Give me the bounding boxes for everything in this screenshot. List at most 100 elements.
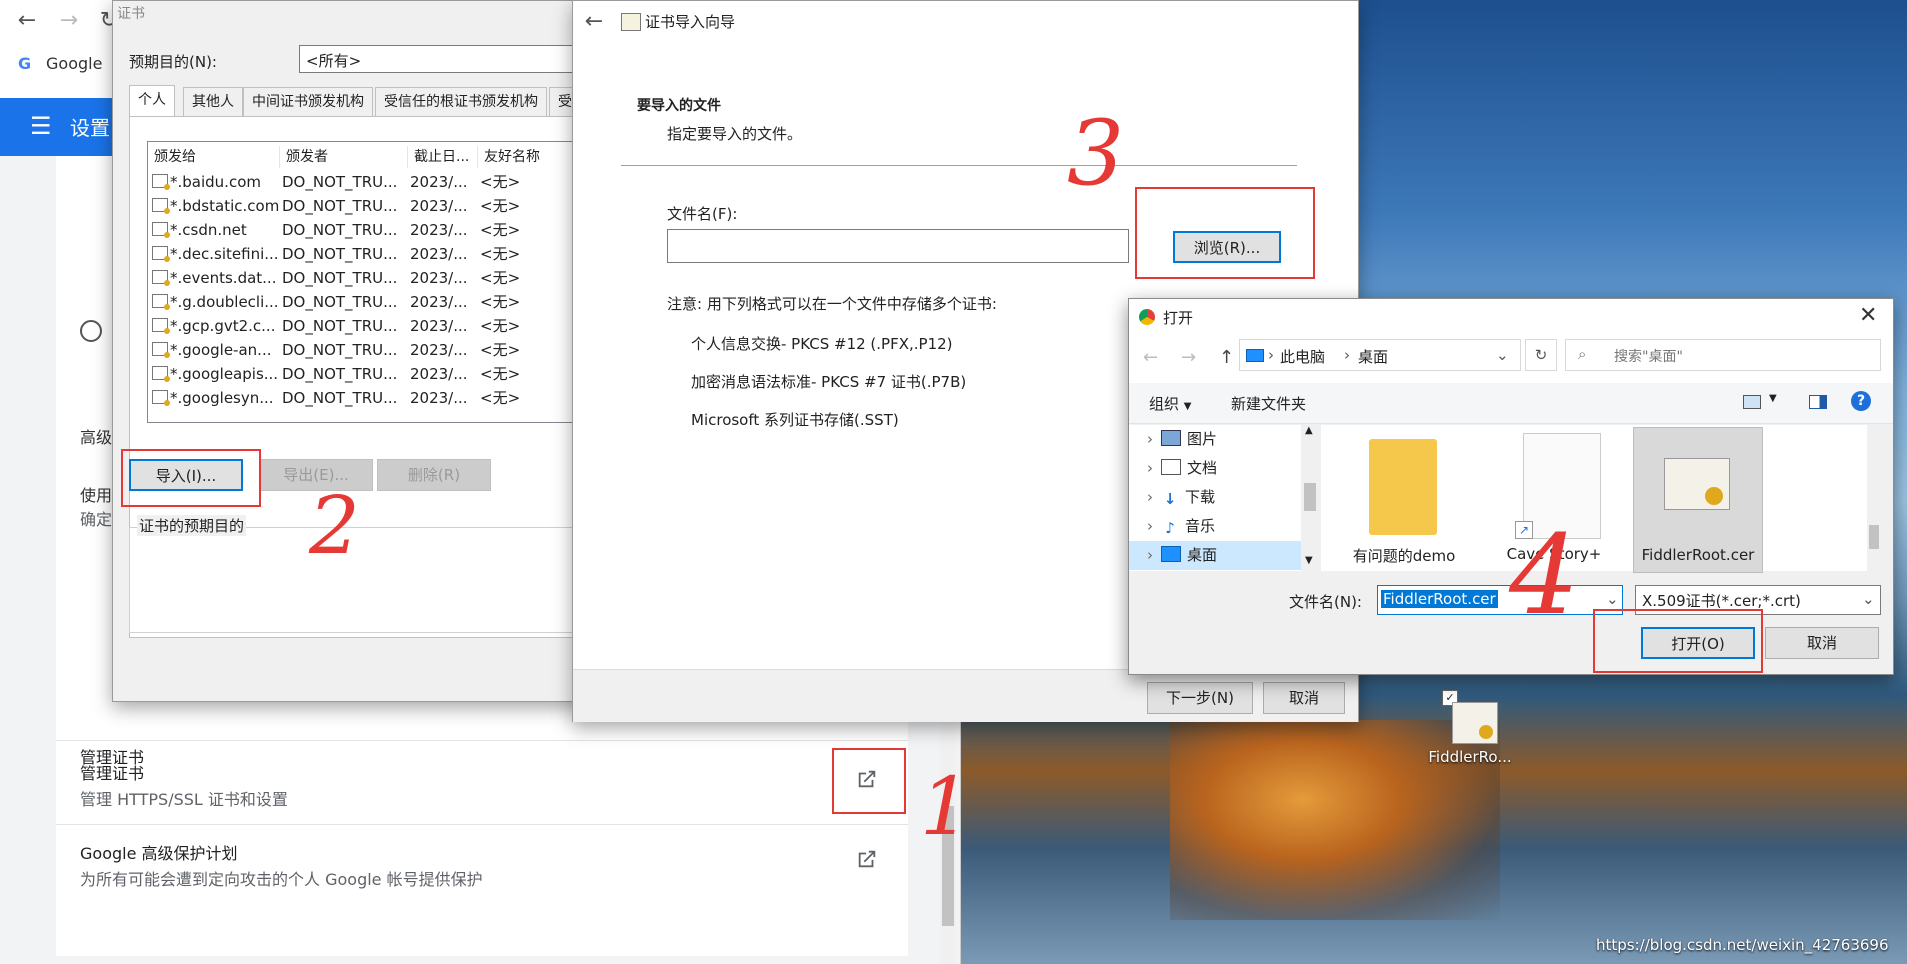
- watermark-text: https://blog.csdn.net/weixin_42763696: [1596, 936, 1889, 954]
- documents-icon: [1161, 459, 1181, 475]
- back-arrow-icon[interactable]: ←: [581, 9, 607, 35]
- table-row[interactable]: *.gcp.gvt2.c... DO_NOT_TRU... 2023/... <无>: [148, 314, 584, 338]
- back-arrow-icon[interactable]: ←: [14, 8, 40, 34]
- wizard-cancel-button[interactable]: 取消: [1263, 682, 1345, 714]
- scrollbar-thumb[interactable]: [1304, 483, 1316, 511]
- tree-item-label: 图片: [1187, 430, 1218, 448]
- table-row[interactable]: *.events.dat... DO_NOT_TRU... 2023/... <无>: [148, 266, 584, 290]
- next-button[interactable]: 下一步(N): [1147, 682, 1253, 714]
- view-options-icon[interactable]: [1743, 395, 1761, 409]
- tab-trusted-root-ca[interactable]: 受信任的根证书颁发机构: [375, 87, 547, 116]
- header-divider: [621, 165, 1297, 166]
- chevron-down-icon[interactable]: ⌄: [1606, 590, 1619, 608]
- certificate-icon: [152, 198, 170, 214]
- tab-others[interactable]: 其他人: [183, 87, 243, 116]
- table-cell: *.events.dat...: [152, 266, 280, 290]
- column-header-friendly-name[interactable]: 友好名称: [478, 146, 584, 168]
- preview-pane-icon[interactable]: [1809, 395, 1827, 409]
- breadcrumb-chevron-icon: ›: [1344, 346, 1350, 364]
- table-row[interactable]: *.g.doublecli... DO_NOT_TRU... 2023/... <无>: [148, 290, 584, 314]
- table-row[interactable]: *.googleapis... DO_NOT_TRU... 2023/... <无>: [148, 362, 584, 386]
- external-link-icon[interactable]: [856, 848, 878, 870]
- tree-item-documents[interactable]: › 文档: [1129, 454, 1319, 483]
- table-row[interactable]: *.dec.sitefini... DO_NOT_TRU... 2023/... <无…: [148, 242, 584, 266]
- chevron-down-icon[interactable]: ⌄: [1862, 590, 1875, 608]
- certificate-icon: [152, 342, 170, 358]
- desktop-icon-fiddlerroot[interactable]: ✓ FiddlerRo...: [1420, 690, 1520, 780]
- cell-text: *.csdn.net: [170, 221, 247, 239]
- forward-arrow-icon[interactable]: →: [1181, 347, 1196, 368]
- menu-icon[interactable]: ☰: [30, 112, 52, 140]
- table-cell: 2023/...: [410, 338, 476, 362]
- folder-icon: [1369, 439, 1437, 535]
- new-folder-button[interactable]: 新建文件夹: [1231, 393, 1306, 414]
- file-label: 有问题的demo: [1352, 547, 1456, 565]
- breadcrumb-desktop[interactable]: 桌面: [1358, 346, 1388, 367]
- pc-icon: [1246, 349, 1264, 362]
- expand-chevron-icon[interactable]: ›: [1147, 488, 1153, 506]
- column-header-issued-to[interactable]: 颁发给: [148, 146, 280, 168]
- filename-value[interactable]: FiddlerRoot.cer: [1381, 590, 1498, 608]
- expand-chevron-icon[interactable]: ›: [1147, 517, 1153, 535]
- pictures-icon: [1161, 430, 1181, 446]
- scroll-down-icon[interactable]: ▼: [1305, 555, 1313, 566]
- certificate-icon: [152, 390, 170, 406]
- column-header-issued-by[interactable]: 颁发者: [280, 146, 408, 168]
- scrollbar-thumb[interactable]: [1869, 525, 1879, 549]
- radio-option[interactable]: [80, 320, 102, 342]
- filename-combobox[interactable]: FiddlerRoot.cer ⌄: [1377, 585, 1623, 615]
- organize-menu[interactable]: 组织 ▼: [1149, 393, 1192, 414]
- file-item-fiddlerroot[interactable]: FiddlerRoot.cer: [1633, 427, 1763, 573]
- navigation-tree[interactable]: › 图片 › 文档 › ↓ 下载 › ♪ 音乐 › 桌面 ▲ ▼: [1129, 425, 1319, 571]
- forward-arrow-icon[interactable]: →: [56, 8, 82, 34]
- file-item-folder[interactable]: 有问题的demo: [1339, 425, 1469, 571]
- tree-scrollbar[interactable]: ▲ ▼: [1301, 425, 1319, 571]
- filename-label: 文件名(F):: [667, 205, 738, 223]
- table-cell: <无>: [480, 266, 580, 290]
- bookmark-google[interactable]: Google: [46, 54, 102, 73]
- search-input[interactable]: ⌕ 搜索"桌面": [1565, 339, 1881, 371]
- table-cell: *.googlesyn...: [152, 386, 280, 410]
- chevron-down-icon[interactable]: ⌄: [1496, 346, 1509, 364]
- column-header-expiry[interactable]: 截止日...: [408, 146, 478, 168]
- tab-personal[interactable]: 个人: [129, 85, 175, 118]
- expand-chevron-icon[interactable]: ›: [1147, 459, 1153, 477]
- breadcrumb-this-pc[interactable]: 此电脑: [1280, 346, 1325, 367]
- file-list[interactable]: 有问题的demo ↗ Cave Story+ FiddlerRoot.cer: [1321, 425, 1881, 573]
- scroll-up-icon[interactable]: ▲: [1305, 425, 1313, 436]
- tab-intermediate-ca[interactable]: 中间证书颁发机构: [243, 87, 373, 116]
- cell-text: DO_NOT_TRU...: [282, 245, 398, 263]
- table-row[interactable]: *.google-an... DO_NOT_TRU... 2023/... <无>: [148, 338, 584, 362]
- table-row[interactable]: *.csdn.net DO_NOT_TRU... 2023/... <无>: [148, 218, 584, 242]
- format-note: 注意: 用下列格式可以在一个文件中存储多个证书:: [667, 295, 997, 313]
- file-scrollbar[interactable]: [1867, 425, 1881, 571]
- back-arrow-icon[interactable]: ←: [1143, 347, 1158, 368]
- tree-item-pictures[interactable]: › 图片: [1129, 425, 1319, 454]
- manage-cert-row[interactable]: 管理证书: [56, 744, 908, 824]
- cell-text: 2023/...: [410, 293, 468, 311]
- chevron-down-icon[interactable]: ▼: [1769, 393, 1777, 404]
- delete-button[interactable]: 删除(R): [377, 459, 491, 491]
- up-arrow-icon[interactable]: ↑: [1219, 347, 1234, 368]
- purpose-label: 预期目的(N):: [129, 53, 217, 71]
- table-row[interactable]: *.baidu.com DO_NOT_TRU... 2023/... <无>: [148, 170, 584, 194]
- expand-chevron-icon[interactable]: ›: [1147, 430, 1153, 448]
- table-row[interactable]: *.googlesyn... DO_NOT_TRU... 2023/... <无>: [148, 386, 584, 410]
- close-icon[interactable]: ✕: [1859, 303, 1877, 328]
- tree-item-downloads[interactable]: › ↓ 下载: [1129, 483, 1319, 512]
- open-cancel-button[interactable]: 取消: [1765, 627, 1879, 659]
- address-bar[interactable]: › 此电脑 › 桌面 ⌄: [1239, 339, 1521, 371]
- help-icon[interactable]: ?: [1851, 391, 1871, 411]
- cell-text: <无>: [480, 245, 521, 263]
- tree-item-music[interactable]: › ♪ 音乐: [1129, 512, 1319, 541]
- tree-item-desktop[interactable]: › 桌面: [1129, 541, 1319, 570]
- purpose-select[interactable]: <所有>: [299, 45, 583, 73]
- open-dialog-title: 打开: [1163, 309, 1194, 327]
- table-row[interactable]: *.bdstatic.com DO_NOT_TRU... 2023/... <无>: [148, 194, 584, 218]
- certificate-list[interactable]: 颁发给 颁发者 截止日... 友好名称 *.baidu.com DO_NOT_TR…: [147, 141, 585, 423]
- refresh-button[interactable]: ↻: [1525, 339, 1557, 371]
- certificate-manager-dialog: 证书 预期目的(N): <所有> 个人 其他人 中间证书颁发机构 受信任的根证书…: [112, 0, 587, 702]
- dialog-title: 证书: [117, 6, 145, 22]
- expand-chevron-icon[interactable]: ›: [1147, 546, 1153, 564]
- filename-input[interactable]: [667, 229, 1129, 263]
